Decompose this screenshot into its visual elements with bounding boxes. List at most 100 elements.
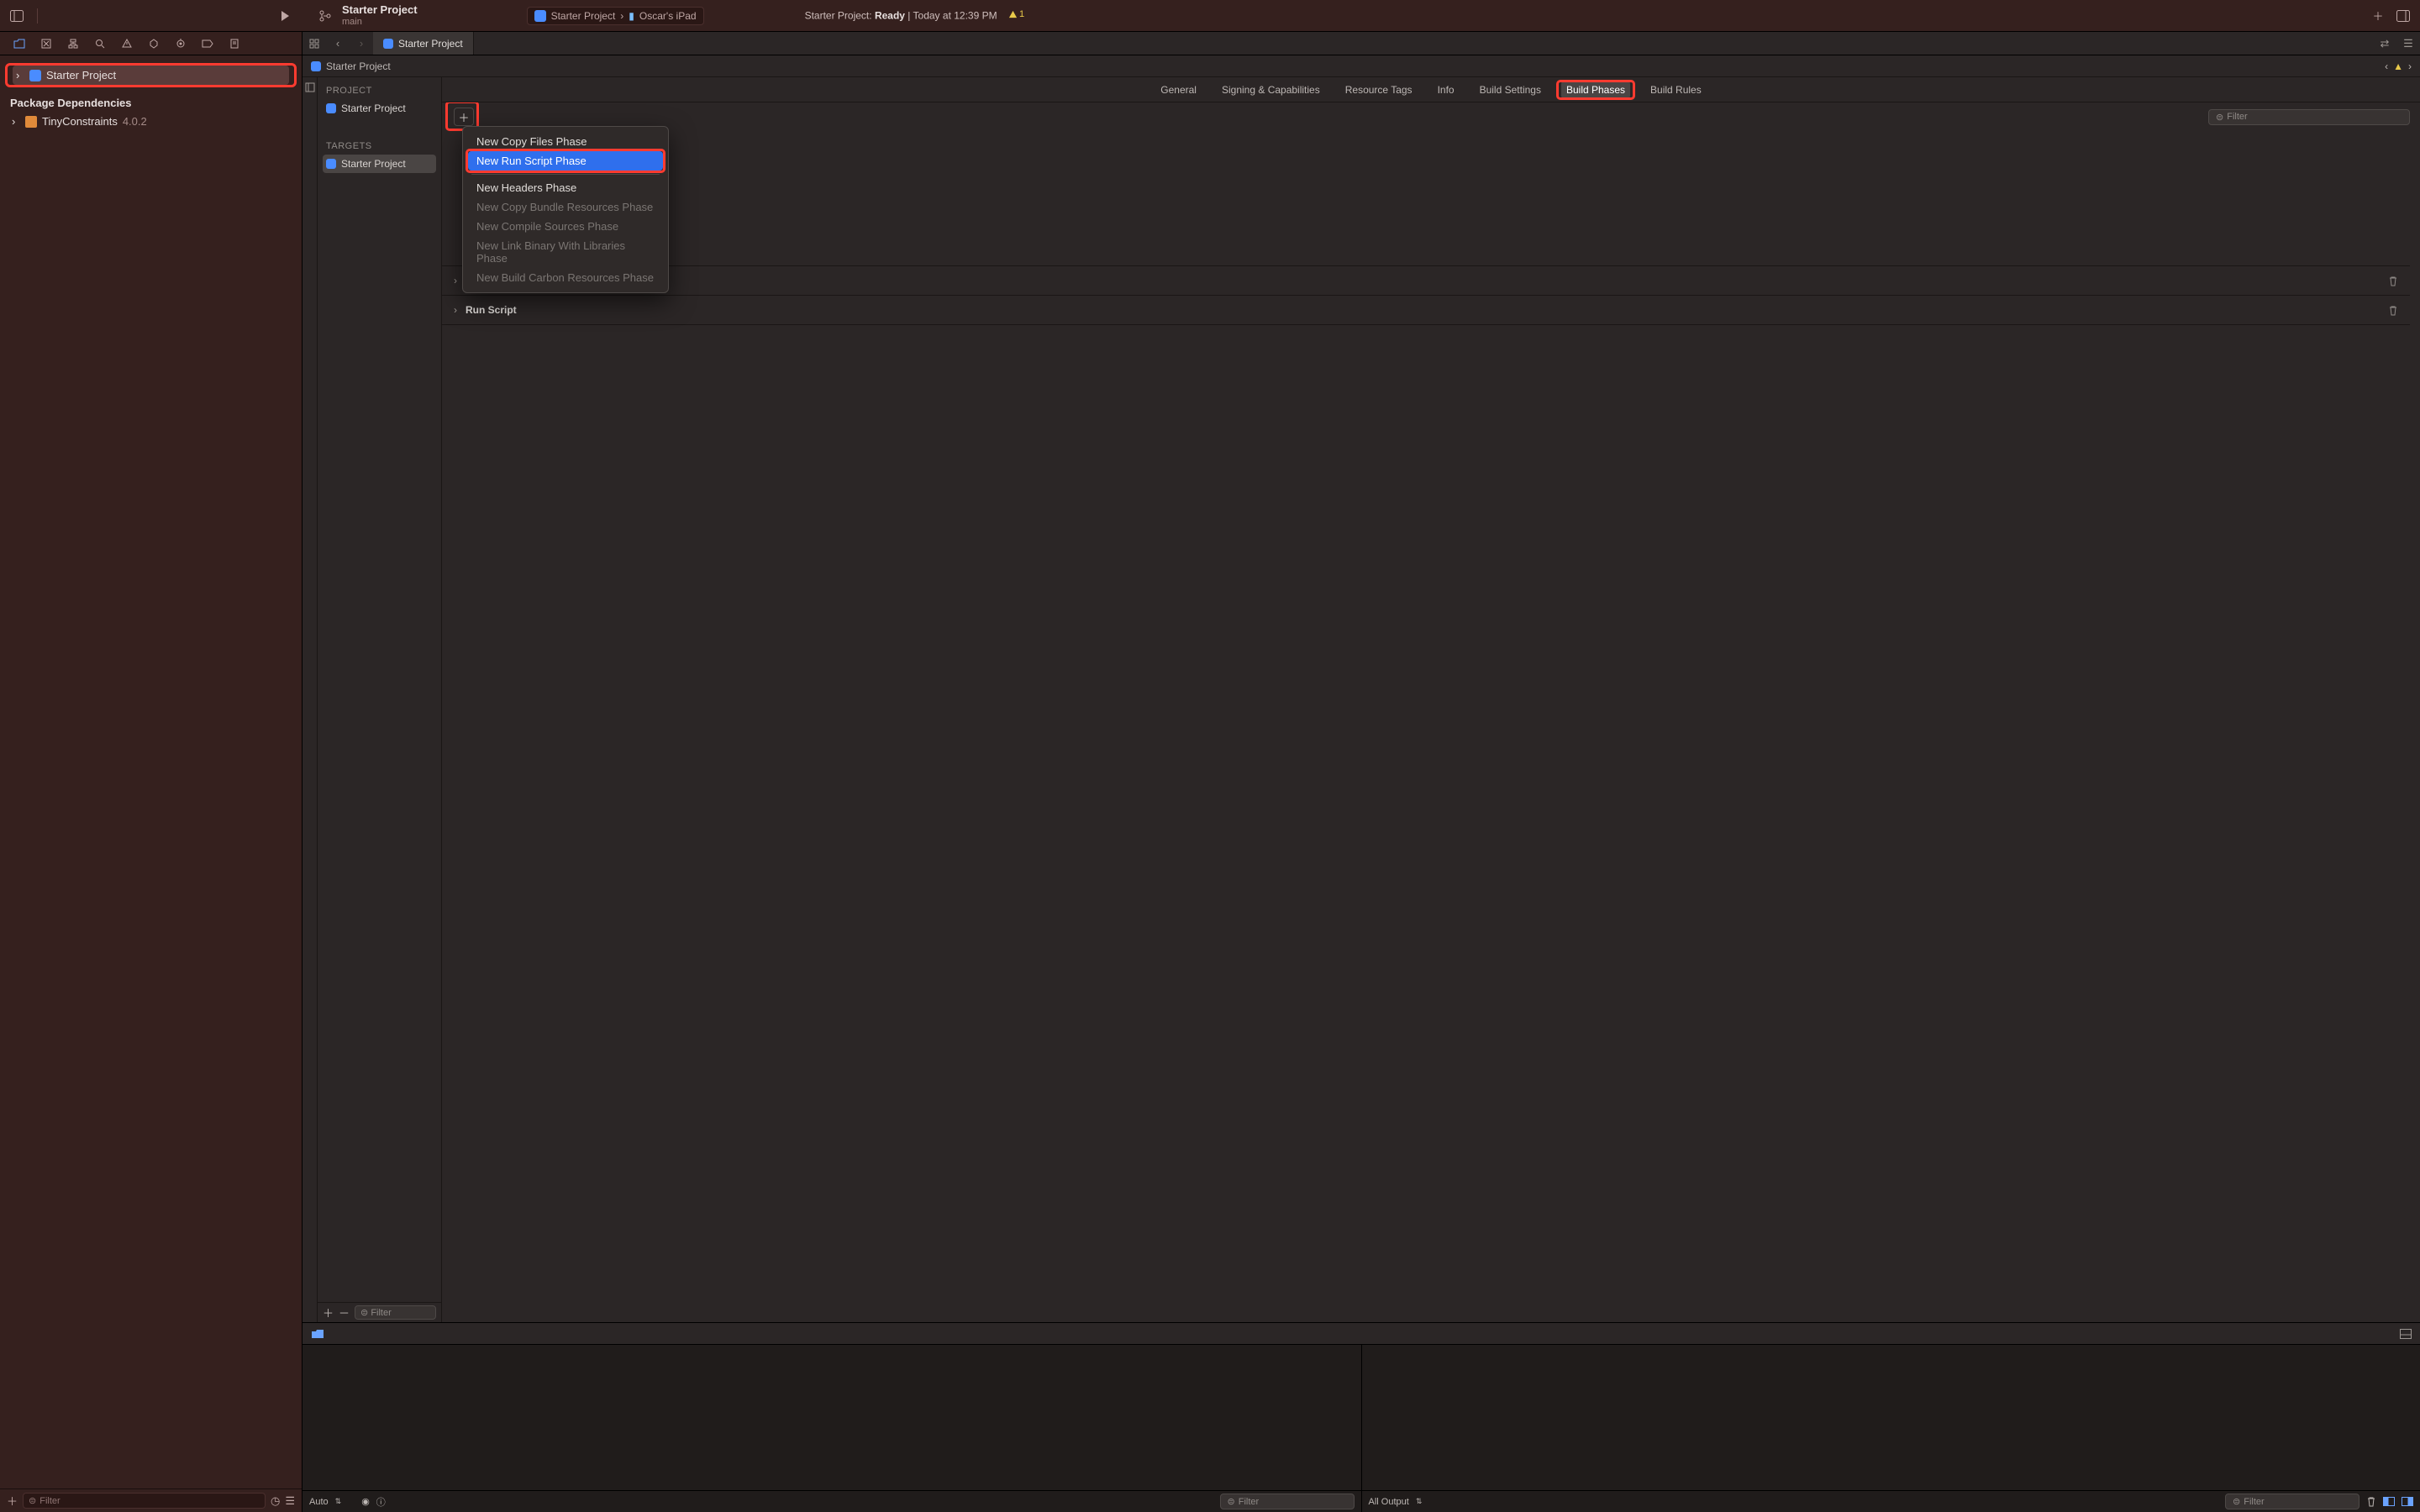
navigator-filter[interactable]: ⊜ Filter [23,1493,266,1509]
console-filter[interactable]: ⊜ Filter [2225,1494,2360,1509]
remove-target-icon[interactable]: － [339,1305,350,1320]
disclosure-icon[interactable]: › [454,304,466,316]
project-item-label: Starter Project [341,102,406,114]
app-icon [326,103,336,113]
editor-tab[interactable]: Starter Project [373,32,474,55]
jump-prev-icon[interactable]: ‹ [2385,60,2388,72]
targets-filter[interactable]: ⊜ Filter [355,1305,436,1320]
menu-new-compile-sources: New Compile Sources Phase [468,217,663,236]
jump-warn-icon[interactable]: ▲ [2393,60,2403,72]
clear-console-icon[interactable] [2366,1496,2376,1507]
scheme-name: Starter Project [551,10,616,22]
console-pane: All Output⇅ ⊜ Filter [1362,1345,2420,1512]
app-icon [534,10,546,22]
console-filter-placeholder: Filter [2244,1497,2264,1507]
run-destination-chip[interactable]: Starter Project › ▮ Oscar's iPad [527,7,704,25]
tab-general[interactable]: General [1155,81,1202,99]
source-control-navigator-icon[interactable] [40,38,52,50]
navigator-panel: › Starter Project Package Dependencies ›… [0,32,302,1512]
status-state: Ready [875,10,905,22]
document-outline-toggle[interactable] [302,77,318,1322]
phase-run-script[interactable]: › Run Script [442,295,2410,324]
tab-resource-tags[interactable]: Resource Tags [1340,81,1418,99]
chevron-right-icon: › [620,10,623,22]
navigator-footer: ＋ ⊜ Filter ◷ ☰ [0,1488,302,1512]
phase-copy-bundle[interactable]: › Copy Bundle Resources (7 items) [442,265,2410,295]
tab-build-settings[interactable]: Build Settings [1475,81,1546,99]
tree-root-item[interactable]: › Starter Project [13,66,289,85]
tab-info[interactable]: Info [1433,81,1460,99]
jump-next-icon[interactable]: › [2408,60,2412,72]
status-suffix: | Today at 12:39 PM [905,10,997,22]
debug-folder-icon[interactable] [311,1329,324,1339]
phases-filter[interactable]: ⊜ Filter [2208,109,2410,125]
tree-root-label: Starter Project [46,69,116,81]
jump-bar[interactable]: Starter Project ‹ ▲ › [302,55,2420,77]
debug-navigator-icon[interactable] [175,38,187,50]
branch-name: main [342,17,418,27]
quicklook-icon[interactable]: ◉ [361,1496,370,1507]
review-icon[interactable]: ⇄ [2373,32,2396,55]
destination-name: Oscar's iPad [639,10,697,22]
recent-icon[interactable]: ◷ [271,1494,280,1508]
menu-new-run-script[interactable]: New Run Script Phase [468,151,663,171]
project-item[interactable]: Starter Project [318,99,441,118]
project-navigator-icon[interactable] [13,38,25,50]
menu-new-copy-files[interactable]: New Copy Files Phase [468,132,663,151]
add-phase-button[interactable]: ＋ [454,108,474,126]
symbol-navigator-icon[interactable] [67,38,79,50]
targets-group-label: TARGETS [318,133,441,155]
test-navigator-icon[interactable] [148,38,160,50]
delete-phase-icon[interactable] [2388,305,2398,316]
add-target-icon[interactable]: ＋ [323,1305,334,1320]
library-icon[interactable] [2395,8,2412,24]
scope-icon: ⊜ [29,1495,36,1506]
console-collapse-icon[interactable] [2400,1329,2412,1339]
target-item[interactable]: Starter Project [323,155,436,173]
auto-scope-selector[interactable]: Auto [309,1497,329,1507]
packages-header: Package Dependencies [0,90,302,113]
project-targets-list: PROJECT Starter Project TARGETS Starter … [318,77,442,1322]
tab-build-phases[interactable]: Build Phases [1561,81,1630,99]
filter-placeholder: Filter [39,1496,60,1506]
delete-phase-icon[interactable] [2388,276,2398,286]
pane-left-icon[interactable] [2383,1497,2395,1506]
phases-filter-placeholder: Filter [2227,112,2247,122]
add-editor-icon[interactable]: ＋ [2370,8,2386,24]
app-icon [383,39,393,49]
info-icon[interactable]: ⓘ [376,1495,386,1509]
issue-navigator-icon[interactable] [121,38,133,50]
package-icon [25,116,37,128]
variables-filter[interactable]: ⊜ Filter [1220,1494,1355,1509]
output-scope-selector[interactable]: All Output [1369,1497,1409,1507]
sidebar-toggle-icon[interactable] [8,8,25,24]
variables-pane: Auto ⇅ ◉ ⓘ ⊜ Filter [302,1345,1362,1512]
tab-build-rules[interactable]: Build Rules [1645,81,1707,99]
menu-new-headers[interactable]: New Headers Phase [468,178,663,197]
report-navigator-icon[interactable] [229,38,240,50]
disclosure-icon[interactable]: › [16,69,24,81]
package-item[interactable]: › TinyConstraints 4.0.2 [0,113,302,130]
app-icon [326,159,336,169]
filter-icon: ⊜ [2233,1496,2240,1507]
package-name: TinyConstraints [42,115,118,128]
pane-right-icon[interactable] [2402,1497,2413,1506]
related-items-icon[interactable] [302,32,326,55]
menu-new-link-binary: New Link Binary With Libraries Phase [468,236,663,268]
breakpoint-navigator-icon[interactable] [202,38,213,50]
nav-back-icon[interactable]: ‹ [326,32,350,55]
chevron-updown-icon: ⇅ [335,1497,342,1506]
nav-forward-icon[interactable]: › [350,32,373,55]
tab-signing[interactable]: Signing & Capabilities [1217,81,1325,99]
scheme-branch-icon[interactable] [317,8,334,24]
run-button[interactable] [276,8,293,24]
find-navigator-icon[interactable] [94,38,106,50]
warning-badge[interactable]: 1 [1008,9,1024,19]
disclosure-icon[interactable]: › [12,115,20,128]
scm-icon[interactable]: ☰ [285,1494,295,1508]
menu-new-carbon: New Build Carbon Resources Phase [468,268,663,287]
add-icon[interactable]: ＋ [7,1493,18,1509]
activity-status: Starter Project: Ready | Today at 12:39 … [805,9,1025,22]
tab-title: Starter Project [398,38,463,50]
editor-options-icon[interactable]: ☰ [2396,32,2420,55]
